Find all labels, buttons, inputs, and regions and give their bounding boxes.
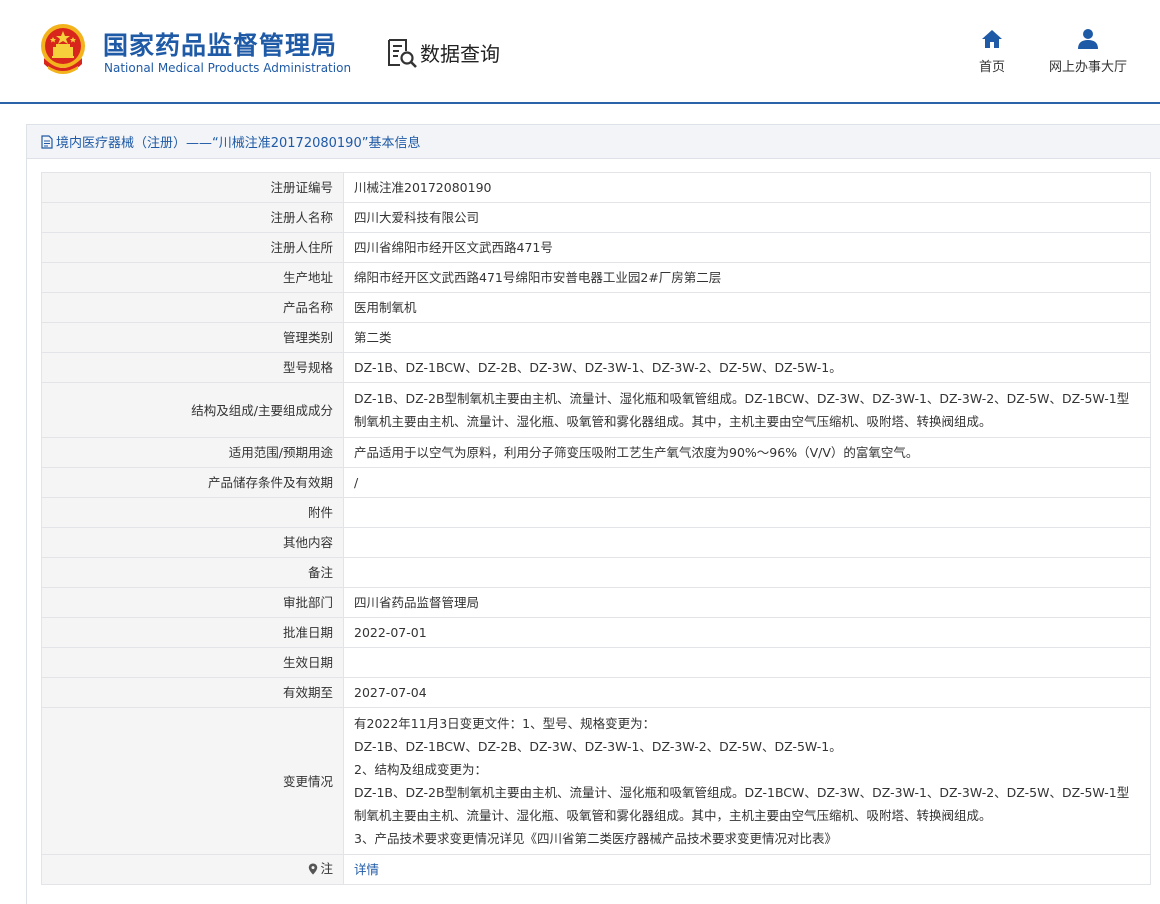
row-label: 生产地址	[41, 262, 344, 293]
row-label: 注册证编号	[41, 172, 344, 203]
nav-home-label: 首页	[978, 60, 1005, 75]
row-label: 其他内容	[41, 527, 344, 558]
site-header: 国家药品监督管理局 National Medical Products Admi…	[0, 0, 1160, 104]
change-line: 2、结构及组成变更为：	[354, 762, 487, 777]
national-emblem-icon	[41, 24, 85, 74]
row-value: 四川大爱科技有限公司	[343, 202, 1151, 233]
row-value: 医用制氧机	[343, 292, 1151, 323]
table-row: 审批部门 四川省药品监督管理局	[41, 587, 1151, 618]
table-row: 有效期至 2027-07-04	[41, 677, 1151, 708]
table-row: 管理类别 第二类	[41, 322, 1151, 353]
nav-online-service-hall-label: 网上办事大厅	[1048, 60, 1127, 75]
change-row: 变更情况 有2022年11月3日变更文件：1、型号、规格变更为： DZ-1B、D…	[41, 707, 1151, 855]
row-label: 附件	[41, 497, 344, 528]
site-title-en: National Medical Products Administration	[104, 61, 352, 75]
row-label: 备注	[41, 557, 344, 588]
row-value: 2022-07-01	[343, 617, 1151, 648]
row-value: 川械注准20172080190	[343, 172, 1151, 203]
change-line: DZ-1B、DZ-2B型制氧机主要由主机、流量计、湿化瓶和吸氧管组成。DZ-1B…	[354, 785, 1130, 823]
row-value: 绵阳市经开区文武西路471号绵阳市安普电器工业园2#厂房第二层	[343, 262, 1151, 293]
row-value: /	[343, 467, 1151, 498]
note-value: 详情	[343, 854, 1151, 885]
row-value: 第二类	[343, 322, 1151, 353]
row-label: 产品名称	[41, 292, 344, 323]
row-value: 产品适用于以空气为原料，利用分子筛变压吸附工艺生产氧气浓度为90%～96%（V/…	[343, 437, 1151, 468]
table-row: 备注	[41, 557, 1151, 588]
table-row: 注册人住所 四川省绵阳市经开区文武西路471号	[41, 232, 1151, 263]
change-details: 有2022年11月3日变更文件：1、型号、规格变更为： DZ-1B、DZ-1BC…	[343, 707, 1151, 855]
home-icon	[982, 30, 1002, 48]
note-label-cell: 注	[41, 854, 344, 885]
data-query-label: 数据查询	[420, 41, 500, 66]
table-row: 注册证编号 川械注准20172080190	[41, 172, 1151, 203]
row-value	[343, 557, 1151, 588]
note-label: 注	[320, 861, 333, 877]
change-line: 有2022年11月3日变更文件：1、型号、规格变更为：	[354, 716, 656, 731]
note-row: 注 详情	[41, 854, 1151, 885]
panel-header: 境内医疗器械（注册）——“川械注准20172080190”基本信息	[27, 125, 1160, 159]
table-row: 注册人名称 四川大爱科技有限公司	[41, 202, 1151, 233]
row-label: 批准日期	[41, 617, 344, 648]
row-label: 审批部门	[41, 587, 344, 618]
table-row: 产品储存条件及有效期 /	[41, 467, 1151, 498]
table-row: 附件	[41, 497, 1151, 528]
row-value	[343, 527, 1151, 558]
row-value: DZ-1B、DZ-1BCW、DZ-2B、DZ-3W、DZ-3W-1、DZ-3W-…	[343, 352, 1151, 383]
change-label: 变更情况	[41, 707, 344, 855]
row-label: 结构及组成/主要组成成分	[41, 382, 344, 438]
row-label: 型号规格	[41, 352, 344, 383]
data-query-icon	[388, 39, 417, 68]
table-row: 生效日期	[41, 647, 1151, 678]
table-row: 生产地址 绵阳市经开区文武西路471号绵阳市安普电器工业园2#厂房第二层	[41, 262, 1151, 293]
row-value: DZ-1B、DZ-2B型制氧机主要由主机、流量计、湿化瓶和吸氧管组成。DZ-1B…	[343, 382, 1151, 438]
location-pin-icon	[309, 863, 318, 875]
change-line: 3、产品技术要求变更情况详见《四川省第二类医疗器械产品技术要求变更情况对比表》	[354, 831, 837, 846]
row-value: 2027-07-04	[343, 677, 1151, 708]
row-value	[343, 647, 1151, 678]
row-label: 管理类别	[41, 322, 344, 353]
row-label: 有效期至	[41, 677, 344, 708]
header-divider	[0, 102, 1160, 104]
row-label: 生效日期	[41, 647, 344, 678]
panel-title: 境内医疗器械（注册）——“川械注准20172080190”基本信息	[56, 136, 421, 151]
table-row: 适用范围/预期用途 产品适用于以空气为原料，利用分子筛变压吸附工艺生产氧气浓度为9…	[41, 437, 1151, 468]
row-value: 四川省药品监督管理局	[343, 587, 1151, 618]
row-value	[343, 497, 1151, 528]
table-row: 产品名称 医用制氧机	[41, 292, 1151, 323]
table-row: 结构及组成/主要组成成分 DZ-1B、DZ-2B型制氧机主要由主机、流量计、湿化瓶…	[41, 382, 1151, 438]
document-icon	[41, 134, 53, 149]
nav-online-service-hall[interactable]: 网上办事大厅	[1042, 28, 1134, 75]
details-link[interactable]: 详情	[354, 862, 379, 877]
row-value: 四川省绵阳市经开区文武西路471号	[343, 232, 1151, 263]
nav-home[interactable]: 首页	[972, 28, 1012, 75]
row-label: 注册人名称	[41, 202, 344, 233]
registration-info-table: 注册证编号 川械注准20172080190 注册人名称 四川大爱科技有限公司 注册人…	[41, 172, 1151, 885]
site-title-cn: 国家药品监督管理局	[103, 31, 338, 60]
table-row: 型号规格 DZ-1B、DZ-1BCW、DZ-2B、DZ-3W、DZ-3W-1、DZ…	[41, 352, 1151, 383]
row-label: 适用范围/预期用途	[41, 437, 344, 468]
user-icon	[1078, 29, 1098, 49]
row-label: 注册人住所	[41, 232, 344, 263]
table-row: 批准日期 2022-07-01	[41, 617, 1151, 648]
change-line: DZ-1B、DZ-1BCW、DZ-2B、DZ-3W、DZ-3W-1、DZ-3W-…	[354, 739, 842, 754]
row-label: 产品储存条件及有效期	[41, 467, 344, 498]
data-query-section[interactable]: 数据查询	[386, 36, 500, 68]
table-row: 其他内容	[41, 527, 1151, 558]
